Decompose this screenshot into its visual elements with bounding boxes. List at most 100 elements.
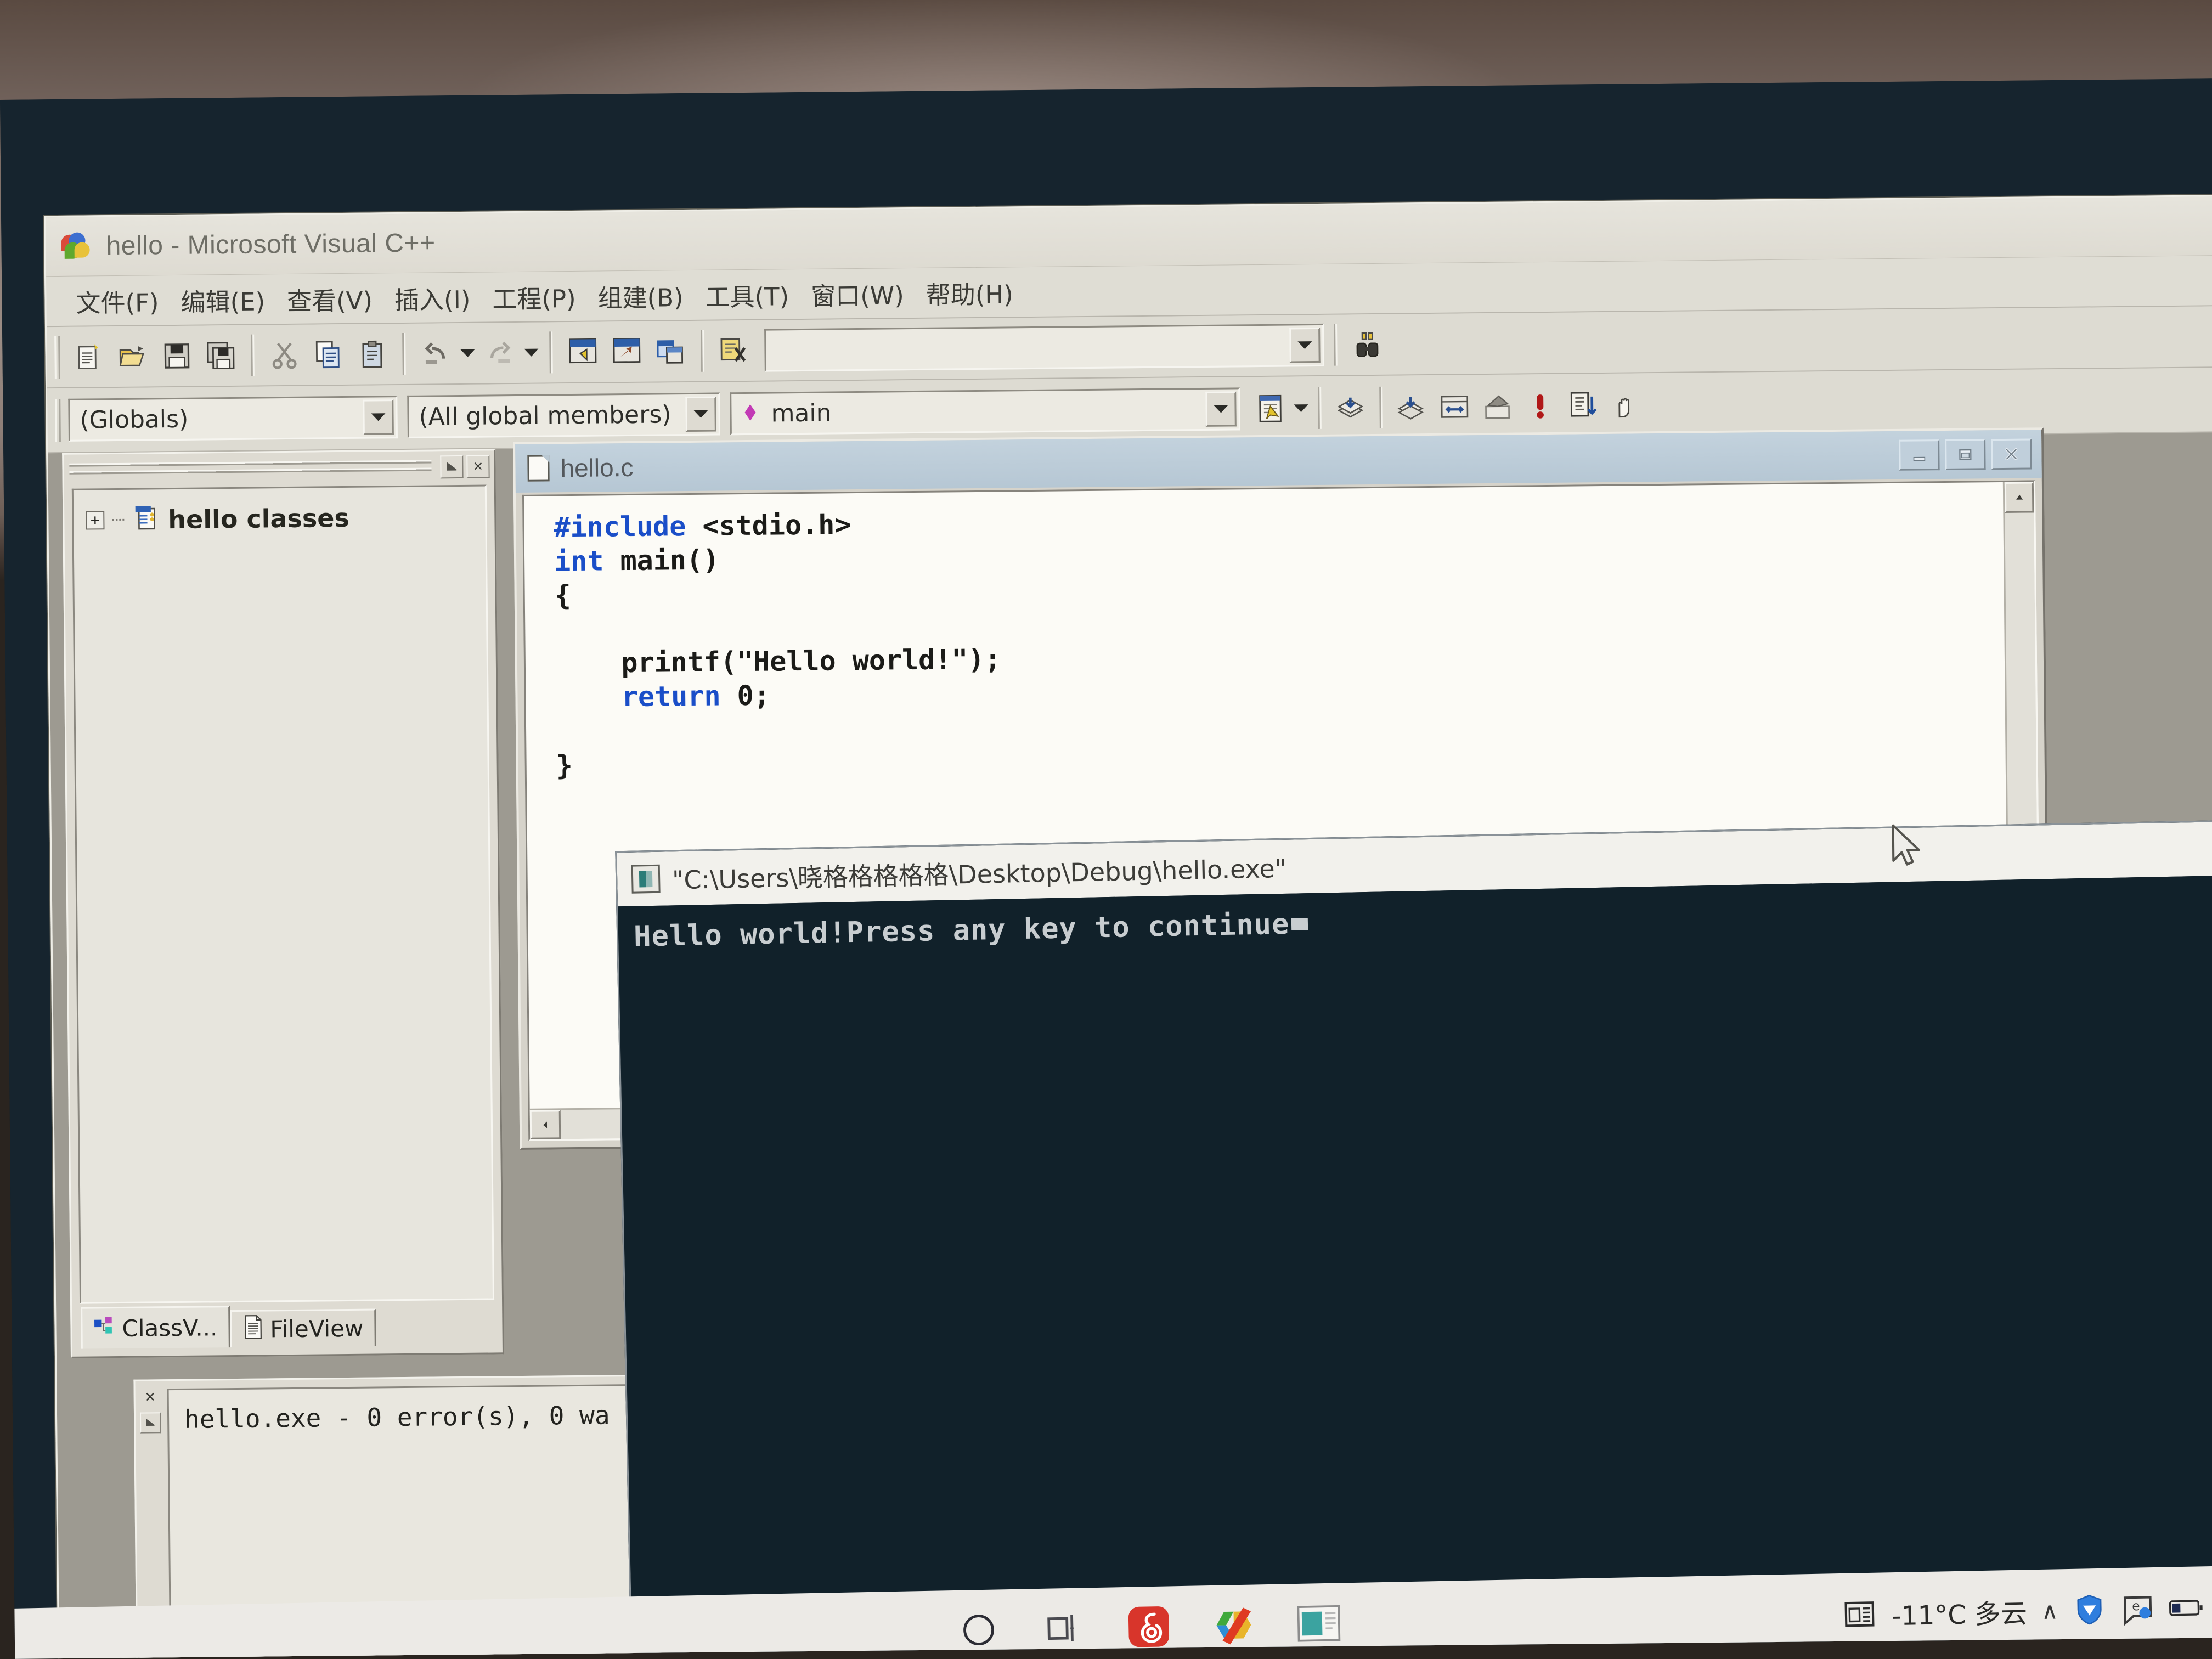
save-icon[interactable]: [156, 336, 198, 377]
find-in-files-icon[interactable]: [714, 330, 755, 371]
scroll-left-arrow-icon[interactable]: [529, 1110, 561, 1139]
screenshot-tool-icon[interactable]: e: [2120, 1592, 2155, 1626]
menu-item-edit[interactable]: 编辑(E): [170, 278, 276, 321]
code-content[interactable]: #include <stdio.h> int main() { printf("…: [524, 482, 2036, 782]
copy-icon[interactable]: [308, 334, 349, 375]
minimize-pane-icon[interactable]: [440, 455, 464, 479]
svg-text:e: e: [2132, 1599, 2140, 1613]
console-block-cursor-icon: [1291, 918, 1308, 930]
toolbar-separator: [251, 334, 255, 376]
minimize-output-pane-icon[interactable]: [139, 1412, 161, 1434]
toolbar-separator-2: [402, 332, 406, 375]
monitor-screen: hello - Microsoft Visual C++ 文件(F) 编辑(E)…: [0, 78, 2212, 1659]
wizardbar-grip[interactable]: [55, 398, 61, 442]
menu-item-insert[interactable]: 插入(I): [383, 276, 482, 319]
build-icon[interactable]: [1434, 386, 1475, 427]
execute-program-icon[interactable]: [1520, 386, 1561, 427]
class-folder-icon: [132, 504, 161, 535]
console-title-text: "C:\Users\晓格格格格格\Desktop\Debug\hello.exe…: [672, 853, 1287, 895]
console-window-icon: [631, 864, 661, 894]
pane-drag-lines[interactable]: [64, 451, 437, 487]
toolbar-separator-3: [549, 331, 553, 374]
editor-close-button[interactable]: [1991, 438, 2032, 470]
menu-item-build[interactable]: 组建(B): [586, 274, 695, 317]
toolbar-separator-4: [701, 330, 704, 372]
windows-list-icon[interactable]: [650, 331, 691, 372]
stop-build-icon[interactable]: [1477, 386, 1518, 427]
file-view-icon: [242, 1314, 264, 1344]
open-folder-icon[interactable]: [112, 336, 154, 377]
globals-combo-value: (Globals): [80, 405, 189, 435]
console-output-area[interactable]: Hello world!Press any key to continue: [618, 874, 2212, 1659]
tree-node-hello-classes[interactable]: + hello classes: [86, 501, 486, 536]
close-pane-icon[interactable]: ×: [466, 455, 490, 478]
symbol-combo-dropdown-icon[interactable]: [1205, 391, 1237, 427]
menu-item-tools[interactable]: 工具(T): [694, 273, 800, 317]
class-wizard-icon[interactable]: [1250, 388, 1291, 429]
class-view-icon: [93, 1315, 115, 1342]
tab-file-view-label: FileView: [270, 1314, 364, 1343]
bookmark-stack-icon[interactable]: [1330, 387, 1371, 428]
mouse-arrow-cursor: [1892, 824, 1920, 866]
new-text-file-icon[interactable]: [69, 336, 110, 377]
globals-combo[interactable]: (Globals): [68, 396, 398, 442]
members-combo-dropdown-icon[interactable]: [685, 396, 716, 432]
symbol-combo-value: main: [771, 398, 832, 428]
undo-icon[interactable]: [415, 333, 456, 374]
window-title: hello - Microsoft Visual C++: [106, 228, 436, 261]
menu-item-window[interactable]: 窗口(W): [800, 272, 915, 315]
tencent-pc-manager-icon[interactable]: [2072, 1593, 2107, 1627]
insert-breakpoint-icon[interactable]: [1605, 385, 1646, 426]
undo-dropdown-arrow-icon[interactable]: [459, 333, 476, 374]
paste-icon[interactable]: [352, 334, 393, 375]
taskbar-cortana-button[interactable]: [935, 1589, 1022, 1659]
menu-item-project[interactable]: 工程(P): [481, 275, 587, 318]
workspace-pane: × + hello classes ClassV... FileView: [62, 449, 504, 1358]
menu-item-help[interactable]: 帮助(H): [915, 271, 1024, 314]
close-output-pane-icon[interactable]: ×: [145, 1386, 155, 1407]
compile-icon[interactable]: [1391, 387, 1432, 428]
binoculars-find-icon[interactable]: [1347, 324, 1388, 365]
toolbar-grip[interactable]: [54, 335, 60, 379]
symbol-combo[interactable]: main: [730, 387, 1240, 436]
console-window: "C:\Users\晓格格格格格\Desktop\Debug\hello.exe…: [615, 819, 2212, 1659]
tab-file-view[interactable]: FileView: [230, 1308, 376, 1348]
workspace-icon[interactable]: [562, 331, 603, 373]
taskbar-tray: -11°C 多云 ∧ e: [1843, 1586, 2212, 1634]
cortana-circle-icon: [958, 1610, 998, 1652]
go-debug-icon[interactable]: [1562, 385, 1604, 426]
expand-plus-icon[interactable]: +: [86, 510, 105, 530]
news-weather-icon[interactable]: [1843, 1597, 1877, 1632]
tab-class-view[interactable]: ClassV...: [81, 1306, 230, 1349]
workspace-pane-caption: ×: [64, 450, 494, 487]
output-window-icon[interactable]: [606, 331, 647, 373]
tree-connector-line: [112, 518, 125, 521]
netease-music-icon: [1125, 1603, 1172, 1653]
cut-icon[interactable]: [264, 335, 305, 376]
taskbar-task-view-button[interactable]: [1020, 1588, 1107, 1659]
toolbar-separator-5: [1334, 324, 1338, 366]
editor-minimize-button[interactable]: [1899, 439, 1940, 471]
search-combo-dropdown-icon[interactable]: [1289, 327, 1321, 363]
editor-window-buttons: [1899, 438, 2042, 471]
menu-item-view[interactable]: 查看(V): [276, 277, 384, 320]
tree-node-label: hello classes: [168, 503, 350, 534]
menu-item-file[interactable]: 文件(F): [65, 279, 170, 323]
redo-icon[interactable]: [479, 332, 520, 374]
class-wizard-dropdown-icon[interactable]: [1293, 388, 1310, 428]
scroll-up-arrow-icon[interactable]: [2004, 482, 2034, 513]
wizardbar-separator: [1318, 387, 1322, 429]
search-combo[interactable]: [764, 323, 1324, 372]
members-combo[interactable]: (All global members): [407, 392, 720, 438]
globals-combo-dropdown-icon[interactable]: [363, 399, 394, 435]
chevron-up-icon[interactable]: ∧: [2041, 1597, 2059, 1624]
workspace-tree[interactable]: + hello classes: [71, 484, 495, 1304]
workspace-tabs: ClassV... FileView: [81, 1305, 376, 1349]
editor-restore-button[interactable]: [1945, 439, 1986, 470]
taskbar-weather-text[interactable]: -11°C 多云: [1891, 1592, 2027, 1633]
save-all-icon[interactable]: [200, 335, 241, 376]
console-app-icon: [1296, 1604, 1341, 1646]
battery-icon[interactable]: [2169, 1590, 2203, 1625]
task-view-icon: [1043, 1608, 1084, 1651]
redo-dropdown-arrow-icon[interactable]: [523, 332, 540, 373]
